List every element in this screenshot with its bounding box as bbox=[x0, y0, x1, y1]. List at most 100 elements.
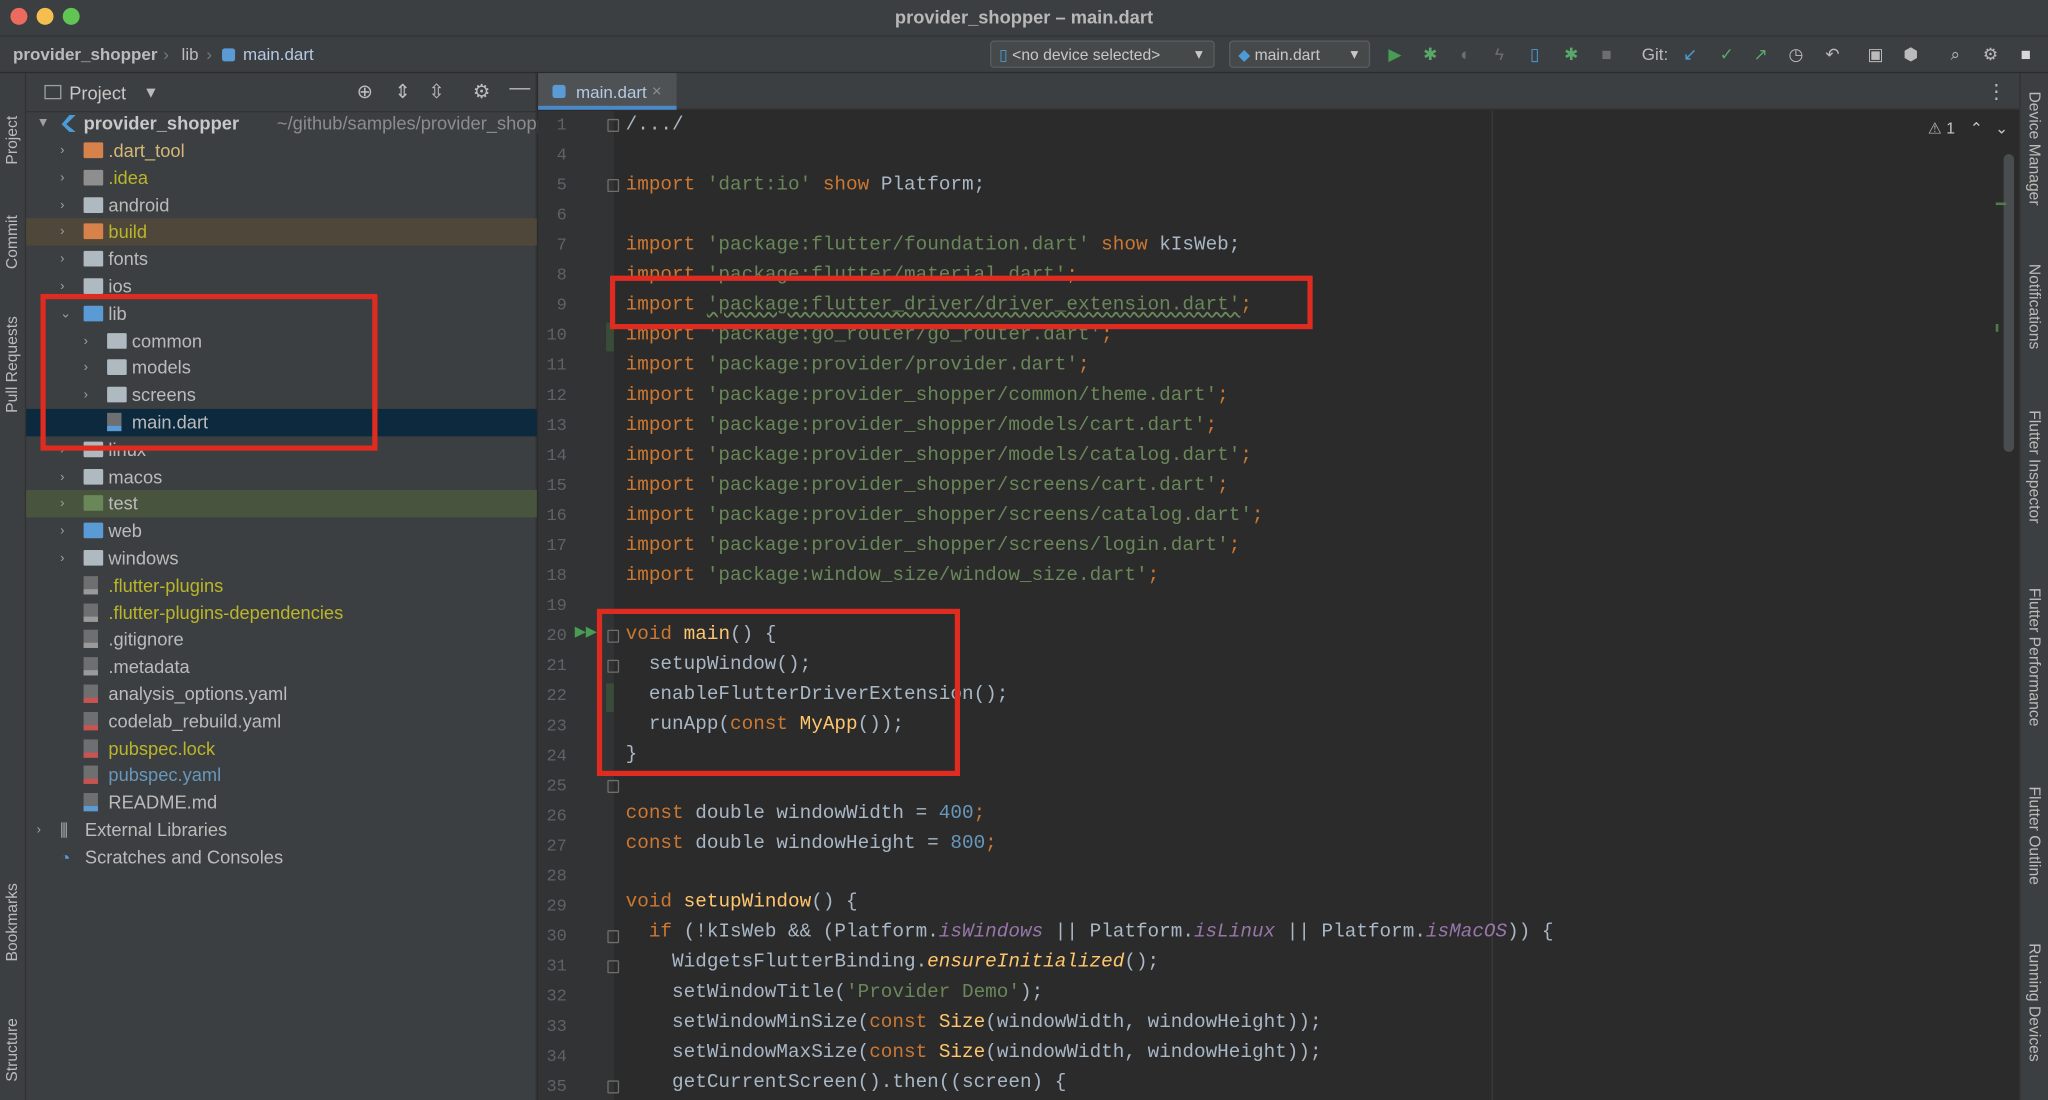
fold-marker-icon[interactable] bbox=[607, 960, 620, 974]
profile-icon[interactable]: ◐ bbox=[1455, 44, 1476, 65]
settings-gear-icon[interactable]: ⚙ bbox=[1980, 44, 2001, 65]
root-name: provider_shopper bbox=[83, 112, 240, 134]
tree-item[interactable]: › ⫼ External Libraries bbox=[26, 817, 537, 844]
fold-marker-icon[interactable] bbox=[607, 779, 620, 793]
tool-tab-running-devices[interactable]: Running Devices bbox=[2026, 943, 2044, 1062]
tree-item[interactable]: › fonts bbox=[26, 246, 537, 273]
chevron-right-icon[interactable]: › bbox=[60, 246, 73, 273]
search-icon[interactable]: ⌕ bbox=[1945, 44, 1966, 65]
tree-item[interactable]: › .idea bbox=[26, 164, 537, 191]
chevron-right-icon[interactable]: › bbox=[60, 164, 73, 191]
line-number: 11 bbox=[546, 355, 567, 375]
project-view-label[interactable]: Project bbox=[69, 82, 126, 103]
run-gutter-icon[interactable]: ▶▶ bbox=[575, 623, 597, 640]
git-commit-icon[interactable]: ✓ bbox=[1716, 44, 1737, 65]
tool-tab-flutter-performance[interactable]: Flutter Performance bbox=[2026, 588, 2044, 727]
tree-item[interactable]: codelab_rebuild.yaml bbox=[26, 708, 537, 735]
collapse-all-icon[interactable]: ⇳ bbox=[428, 80, 444, 103]
history-icon[interactable]: ◷ bbox=[1785, 44, 1806, 65]
chevron-right-icon[interactable]: › bbox=[60, 518, 73, 545]
code-line: import 'package:provider_shopper/common/… bbox=[625, 385, 1229, 407]
chevron-right-icon[interactable]: › bbox=[60, 490, 73, 517]
debug-icon[interactable]: ✱ bbox=[1420, 44, 1441, 65]
device-selector[interactable]: ▯ <no device selected> ▾ bbox=[990, 40, 1215, 68]
tree-item[interactable]: › android bbox=[26, 192, 537, 219]
chevron-right-icon[interactable]: › bbox=[37, 817, 50, 844]
chevron-up-icon[interactable]: ⌃ bbox=[1970, 119, 1983, 137]
chevron-right-icon[interactable]: › bbox=[60, 463, 73, 490]
run-config-selector[interactable]: ◆ main.dart ▾ bbox=[1229, 40, 1371, 68]
chevron-right-icon[interactable]: › bbox=[60, 545, 73, 572]
tab-main-dart[interactable]: main.dart × bbox=[538, 73, 677, 110]
hot-restart-icon[interactable]: ▯ bbox=[1524, 44, 1545, 65]
chevron-right-icon[interactable]: › bbox=[60, 219, 73, 246]
fold-marker-icon[interactable] bbox=[607, 930, 620, 944]
tree-item[interactable]: .gitignore bbox=[26, 626, 537, 653]
tree-item-label: .metadata bbox=[108, 656, 190, 677]
chevron-down-icon[interactable]: ⌄ bbox=[1995, 119, 2008, 137]
tree-item[interactable]: › web bbox=[26, 518, 537, 545]
tree-item[interactable]: pubspec.yaml bbox=[26, 762, 537, 789]
tree-item[interactable]: › test bbox=[26, 490, 537, 518]
tree-item[interactable]: analysis_options.yaml bbox=[26, 681, 537, 708]
close-tab-icon[interactable]: × bbox=[652, 81, 662, 101]
breadcrumb-lib[interactable]: lib bbox=[182, 44, 199, 64]
tree-item[interactable]: .flutter-plugins-dependencies bbox=[26, 599, 537, 626]
fold-marker-icon[interactable] bbox=[607, 1080, 620, 1094]
fold-marker-icon[interactable] bbox=[607, 178, 620, 193]
chevron-right-icon[interactable]: › bbox=[60, 192, 73, 219]
tree-item[interactable]: ◔ Scratches and Consoles bbox=[26, 844, 537, 871]
attach-debugger-icon[interactable]: ✱ bbox=[1561, 44, 1582, 65]
options-gear-icon[interactable]: ⚙ bbox=[473, 80, 491, 103]
tree-item[interactable]: › macos bbox=[26, 463, 537, 490]
git-update-icon[interactable]: ↙ bbox=[1680, 44, 1701, 65]
tool-tab-project[interactable]: Project bbox=[3, 86, 24, 165]
tree-item[interactable]: › windows bbox=[26, 545, 537, 572]
flutter-icon: ◆ bbox=[1238, 45, 1251, 65]
tool-tab-notifications[interactable]: Notifications bbox=[2026, 264, 2044, 349]
tool-tab-bookmarks[interactable]: Bookmarks bbox=[3, 857, 24, 961]
device-manager-icon[interactable]: ▣ bbox=[1865, 44, 1886, 65]
editor-scrollbar[interactable] bbox=[2003, 154, 2015, 453]
file-icon bbox=[83, 630, 98, 649]
fold-marker-icon[interactable] bbox=[607, 118, 620, 132]
tree-item[interactable]: .flutter-plugins bbox=[26, 572, 537, 599]
tree-item[interactable]: › build bbox=[26, 218, 537, 247]
tool-tab-structure[interactable]: Structure bbox=[3, 985, 24, 1082]
tab-label: main.dart bbox=[575, 82, 647, 102]
inspection-widget[interactable]: ⚠ 1 ⌃ ⌄ bbox=[1928, 119, 2008, 137]
avatar[interactable]: ■ bbox=[2015, 44, 2036, 65]
tree-item-label: .idea bbox=[108, 166, 149, 188]
tree-item[interactable]: › .dart_tool bbox=[26, 137, 537, 164]
breadcrumb-project[interactable]: provider_shopper bbox=[13, 44, 157, 64]
tree-item[interactable]: .metadata bbox=[26, 653, 537, 680]
rollback-icon[interactable]: ↶ bbox=[1822, 44, 1843, 65]
hot-reload-icon[interactable]: ϟ bbox=[1489, 44, 1510, 65]
run-icon[interactable]: ▶ bbox=[1384, 44, 1405, 65]
stop-icon[interactable]: ■ bbox=[1596, 44, 1617, 65]
sdk-manager-icon[interactable]: ⬢ bbox=[1900, 44, 1921, 65]
editor-tab-bar: main.dart × ⋮ bbox=[538, 73, 2020, 110]
tool-tab-flutter-inspector[interactable]: Flutter Inspector bbox=[2026, 410, 2044, 523]
git-push-icon[interactable]: ↗ bbox=[1750, 44, 1771, 65]
tool-tab-pull-requests[interactable]: Pull Requests bbox=[3, 293, 24, 413]
code-line: import 'package:window_size/window_size.… bbox=[625, 565, 1160, 587]
locate-file-icon[interactable]: ⊕ bbox=[357, 80, 373, 103]
folder-icon bbox=[83, 549, 104, 566]
expand-all-icon[interactable]: ⇕ bbox=[394, 80, 410, 103]
tree-item[interactable]: README.md bbox=[26, 789, 537, 816]
tree-item[interactable]: pubspec.lock bbox=[26, 735, 537, 762]
tree-root-provider-shopper[interactable]: ▼ provider_shopper ~/github/samples/provid… bbox=[26, 110, 563, 137]
tool-tab-commit[interactable]: Commit bbox=[3, 188, 24, 269]
chevron-right-icon[interactable]: › bbox=[60, 137, 73, 164]
code-line: import 'package:provider_shopper/screens… bbox=[625, 475, 1229, 497]
chevron-down-icon[interactable]: ▾ bbox=[146, 81, 155, 103]
breadcrumb-file[interactable]: main.dart bbox=[243, 44, 314, 64]
tool-tab-device-manager[interactable]: Device Manager bbox=[2026, 91, 2044, 205]
tool-tab-flutter-outline[interactable]: Flutter Outline bbox=[2026, 786, 2044, 884]
hide-panel-icon[interactable]: — bbox=[509, 77, 530, 101]
chevron-down-icon[interactable]: ▼ bbox=[37, 110, 50, 137]
line-number: 20 bbox=[546, 625, 567, 646]
phone-icon: ▯ bbox=[999, 45, 1008, 65]
more-options-icon[interactable]: ⋮ bbox=[1987, 80, 2007, 103]
